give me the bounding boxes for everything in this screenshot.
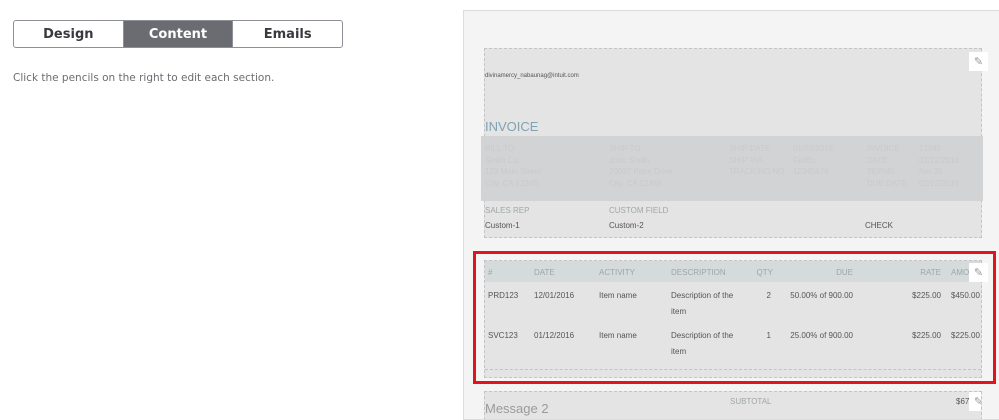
header-section[interactable]: divinamercy_nabaunag@intuit.com INVOICE … — [481, 48, 988, 238]
tab-content[interactable]: Content — [122, 21, 233, 47]
bill-to-label: BILL TO — [485, 144, 515, 153]
message-text: Message 2 — [485, 401, 549, 416]
check-value: CHECK — [865, 221, 894, 230]
due-date-value: 02/12/2016 — [919, 179, 960, 188]
ship-to-line: City, CA 12345 — [609, 179, 662, 188]
custom-field-label: CUSTOM FIELD — [609, 206, 669, 215]
date-value: 01/12/2016 — [919, 156, 960, 165]
company-email: divinamercy_nabaunag@intuit.com — [485, 73, 579, 79]
invoice-no-label: INVOICE — [867, 144, 900, 153]
tab-design[interactable]: Design — [14, 21, 123, 47]
edit-footer-button[interactable]: ✎ — [969, 392, 981, 411]
tab-emails[interactable]: Emails — [232, 21, 342, 47]
pencil-icon: ✎ — [973, 56, 984, 68]
pencil-icon: ✎ — [974, 395, 981, 408]
subtotal-label: SUBTOTAL — [730, 397, 772, 406]
edit-header-button[interactable]: ✎ — [969, 52, 988, 71]
ship-to-line: 20037 Palm Drive — [609, 167, 673, 176]
ship-to-label: SHIP TO — [609, 144, 641, 153]
sales-rep-value: Custom-1 — [485, 221, 520, 230]
due-date-label: DUE DATE — [867, 179, 907, 188]
invoice-title: INVOICE — [485, 119, 539, 134]
custom-field-value: Custom-2 — [609, 221, 644, 230]
tracking-value: 12345678 — [793, 167, 829, 176]
ship-via-value: FedEx — [793, 156, 817, 165]
ship-to-line: John Smith — [609, 156, 650, 165]
bill-to-line: 123 Main Street — [485, 167, 542, 176]
ship-date-value: 01/03/2016 — [793, 144, 834, 153]
bill-to-line: City, CA 12345 — [485, 179, 538, 188]
tracking-label: TRACKING NO. — [729, 167, 787, 176]
ship-via-label: SHIP VIA — [729, 156, 763, 165]
highlight-box — [473, 251, 996, 384]
date-label: DATE — [867, 156, 888, 165]
view-tabs: Design Content Emails — [13, 20, 343, 48]
instructions-text: Click the pencils on the right to edit e… — [13, 72, 275, 84]
address-band: BILL TO Smith Co. 123 Main Street City, … — [481, 136, 983, 201]
sales-rep-label: SALES REP — [485, 206, 530, 215]
terms-value: Net 30 — [919, 167, 943, 176]
bill-to-line: Smith Co. — [485, 156, 521, 165]
terms-label: TERMS — [867, 167, 895, 176]
footer-section[interactable]: Message 2 SUBTOTAL $675.00 ✎ — [484, 391, 982, 419]
invoice-no-value: 12345 — [919, 144, 942, 153]
ship-date-label: SHIP DATE — [729, 144, 771, 153]
